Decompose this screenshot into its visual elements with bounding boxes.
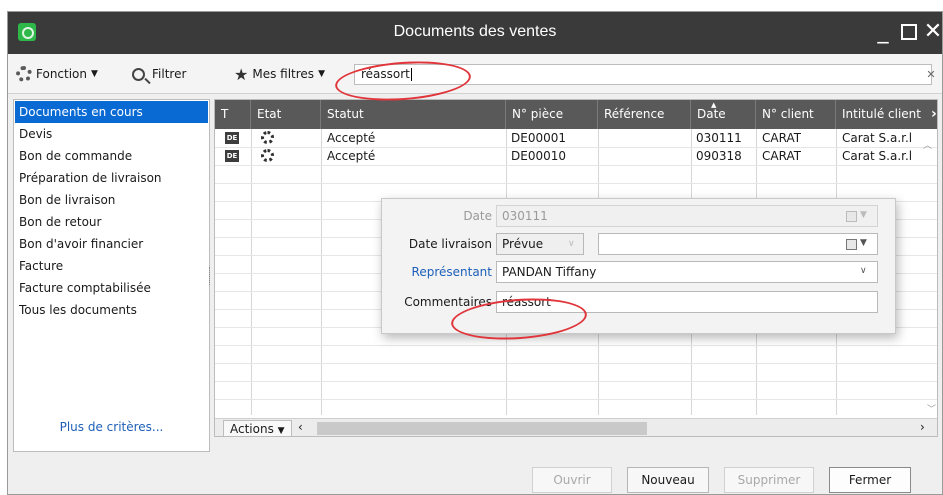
column-header-date[interactable]: ▲ Date [691, 100, 756, 129]
sidebar-item[interactable]: Documents en cours [15, 101, 208, 123]
sidebar-item[interactable]: Bon de commande [15, 145, 208, 167]
column-header-date-label: Date [697, 107, 726, 121]
table-header: T Etat Statut N° pièce Référence ▲ Date … [215, 100, 937, 129]
gear-icon [261, 131, 274, 144]
cell-numero-client: CARAT [762, 131, 802, 145]
scroll-up-icon[interactable]: ︿ [923, 138, 932, 151]
row-divider [215, 381, 937, 382]
table-footer: Actions ▼ ‹ › [215, 418, 937, 436]
cell-numero-piece: DE00001 [511, 131, 566, 145]
clear-search-icon[interactable]: ✕ [924, 68, 938, 82]
star-icon: ★ [234, 64, 249, 84]
fermer-button[interactable]: Fermer [829, 467, 911, 493]
actions-menu-button[interactable]: Actions ▼ [223, 420, 292, 436]
column-header-intitule-client[interactable]: Intitulé client [836, 100, 928, 129]
row-divider [215, 165, 937, 166]
cell-intitule-client: Carat S.a.r.l [842, 149, 913, 163]
title-bar: Documents des ventes _ ✕ [8, 12, 942, 54]
cell-statut: Accepté [327, 149, 376, 163]
cell-date: 030111 [696, 131, 742, 145]
cell-statut: Accepté [327, 131, 376, 145]
date-livraison-type-value: Prévue [502, 237, 544, 251]
fonction-label: Fonction [36, 67, 88, 81]
row-divider [215, 363, 937, 364]
more-criteria-link[interactable]: Plus de critères... [14, 420, 209, 434]
toolbar: Fonction ▼ Filtrer ★ Mes filtres ▼ réass… [8, 54, 942, 94]
search-icon [132, 67, 145, 81]
sidebar-item[interactable]: Tous les documents [15, 299, 208, 321]
mes-filtres-menu-button[interactable]: ★ Mes filtres ▼ [234, 64, 325, 84]
window-title: Documents des ventes [393, 23, 557, 40]
scroll-left-icon[interactable]: ‹ [298, 420, 303, 434]
column-header-numero-piece[interactable]: N° pièce [506, 100, 598, 129]
maximize-button[interactable] [896, 18, 922, 46]
document-type-sidebar: Documents en cours Devis Bon de commande Pr… [13, 99, 210, 452]
actions-label: Actions [230, 422, 274, 436]
splitter-handle[interactable] [209, 267, 213, 285]
caret-down-icon: ▼ [277, 426, 285, 436]
column-header-etat[interactable]: Etat [251, 100, 321, 129]
nouveau-button[interactable]: Nouveau [627, 467, 709, 493]
calendar-icon [846, 211, 857, 222]
date-field: 030111 [496, 205, 878, 227]
representant-value: PANDAN Tiffany [502, 265, 597, 279]
sidebar-item[interactable]: Bon de retour [15, 211, 208, 233]
column-header-numero-client[interactable]: N° client [756, 100, 836, 129]
date-livraison-input[interactable] [598, 233, 878, 255]
representant-select[interactable]: PANDAN Tiffany [496, 261, 878, 283]
column-header-reference[interactable]: Référence [598, 100, 691, 129]
ouvrir-button[interactable]: Ouvrir [532, 467, 612, 493]
date-value: 030111 [502, 209, 548, 223]
chevron-down-icon[interactable]: ▼ [860, 238, 867, 248]
caret-down-icon: ▼ [91, 69, 98, 79]
maximize-icon [901, 24, 917, 40]
column-header-type[interactable]: T [215, 100, 251, 129]
date-livraison-label: Date livraison [408, 237, 492, 251]
sort-ascending-icon: ▲ [711, 101, 717, 109]
fonction-menu-button[interactable]: Fonction ▼ [16, 64, 98, 84]
cell-date: 090318 [696, 149, 742, 163]
sidebar-item[interactable]: Facture comptabilisée [15, 277, 208, 299]
mes-filtres-label: Mes filtres [252, 67, 315, 81]
cell-numero-piece: DE00010 [511, 149, 566, 163]
filtrer-label: Filtrer [152, 67, 187, 81]
scroll-down-icon[interactable]: ﹀ [927, 402, 936, 415]
sidebar-item[interactable]: Bon d'avoir financier [15, 233, 208, 255]
close-button[interactable]: ✕ [920, 18, 942, 46]
sales-documents-window: Documents des ventes _ ✕ Fonction ▼ Filt… [7, 11, 943, 495]
sidebar-item[interactable]: Devis [15, 123, 208, 145]
calendar-icon[interactable] [846, 239, 857, 250]
chevron-down-icon: ▼ [860, 210, 867, 220]
supprimer-button[interactable]: Supprimer [724, 467, 814, 493]
cell-numero-client: CARAT [762, 149, 802, 163]
document-type-badge: DE [225, 132, 239, 144]
row-divider [215, 345, 937, 346]
sidebar-item[interactable]: Préparation de livraison [15, 167, 208, 189]
filtrer-button[interactable]: Filtrer [132, 64, 186, 84]
gear-icon [261, 149, 274, 162]
horizontal-scrollbar-thumb[interactable] [317, 422, 647, 435]
row-divider [215, 183, 937, 184]
scroll-right-icon[interactable]: › [920, 420, 925, 434]
sidebar-item[interactable]: Bon de livraison [15, 189, 208, 211]
scroll-columns-right-icon[interactable]: › [931, 106, 937, 122]
representant-link[interactable]: Représentant [382, 265, 492, 279]
date-label: Date [463, 209, 492, 223]
caret-down-icon: ▼ [318, 69, 325, 79]
chevron-down-icon: ∨ [568, 239, 575, 249]
column-header-statut[interactable]: Statut [321, 100, 506, 129]
sidebar-item[interactable]: Facture [15, 255, 208, 277]
chevron-down-icon: ∨ [860, 266, 867, 276]
document-type-badge: DE [225, 150, 239, 162]
gear-icon [16, 66, 32, 82]
row-divider [215, 399, 937, 400]
column-divider [251, 129, 252, 415]
minimize-button[interactable]: _ [870, 18, 896, 46]
cell-intitule-client: Carat S.a.r.l [842, 131, 913, 145]
row-divider [215, 147, 937, 148]
column-divider [321, 129, 322, 415]
